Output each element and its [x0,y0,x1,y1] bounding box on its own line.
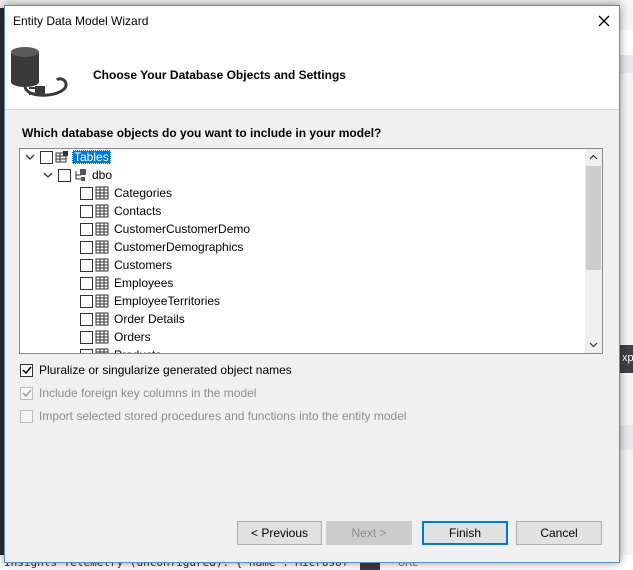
expand-dbo-toggle[interactable] [42,169,54,181]
checkmark-icon [21,366,32,375]
table-checkbox[interactable] [80,294,93,308]
checkmark-icon [21,389,32,398]
table-row[interactable]: CustomerDemographics [80,238,245,256]
table-icon [95,348,109,353]
table-checkbox[interactable] [80,186,93,200]
pluralize-checkbox[interactable] [20,363,33,377]
chevron-down-icon [25,154,35,160]
table-row[interactable]: Orders [80,328,153,346]
dbo-checkbox[interactable] [58,168,71,182]
table-checkbox[interactable] [80,348,93,353]
expand-tables-toggle[interactable] [24,151,36,163]
foreign-keys-checkbox [20,386,33,400]
table-name-label: Customers [114,258,173,272]
import-procedures-label: Import selected stored procedures and fu… [39,409,407,423]
table-name-label: CustomerDemographics [114,240,244,254]
pluralize-option[interactable]: Pluralize or singularize generated objec… [20,362,292,378]
close-icon [598,15,610,27]
close-button[interactable] [589,6,619,36]
table-icon [95,186,109,200]
table-name-label: Order Details [114,312,185,326]
cancel-button[interactable]: Cancel [516,521,602,545]
tables-label: Tables [72,150,111,164]
table-name-label: Contacts [114,204,162,218]
background-side-text: xp [622,352,633,364]
previous-button[interactable]: < Previous [237,521,322,545]
table-checkbox[interactable] [80,312,93,326]
tree-node-tables[interactable]: Tables [24,149,111,166]
table-row[interactable]: Order Details [80,310,187,328]
foreign-keys-option: Include foreign key columns in the model [20,385,256,401]
finish-button[interactable]: Finish [422,521,508,545]
table-name-label: Products [112,348,163,353]
window-title: Entity Data Model Wizard [13,14,149,28]
import-procedures-option: Import selected stored procedures and fu… [20,408,407,424]
next-button: Next > [326,521,412,545]
table-row[interactable]: Employees [80,274,175,292]
chevron-down-icon [43,172,53,178]
table-icon [95,330,109,344]
table-checkbox[interactable] [80,276,93,290]
table-icon [95,258,109,272]
table-row[interactable]: Categories [80,184,174,202]
table-icon [95,222,109,236]
table-row[interactable]: CustomerCustomerDemo [80,220,252,238]
table-row[interactable]: Products [80,346,163,353]
header-title: Choose Your Database Objects and Setting… [93,68,346,82]
entity-data-model-wizard-dialog: Entity Data Model Wizard Choose Your Dat… [4,5,620,563]
pluralize-label: Pluralize or singularize generated objec… [39,363,292,377]
table-name-label: CustomerCustomerDemo [114,222,251,236]
database-plug-icon [11,47,68,97]
objects-question-label: Which database objects do you want to in… [22,126,382,140]
schema-icon [75,169,86,181]
import-procedures-checkbox [20,409,33,423]
table-row[interactable]: EmployeeTerritories [80,292,222,310]
title-bar: Entity Data Model Wizard [5,6,619,36]
table-icon [95,204,109,218]
table-name-label: Orders [114,330,151,344]
table-icon [95,294,109,308]
tables-folder-icon [55,151,68,163]
tree-scrollbar[interactable] [585,149,602,353]
table-row[interactable]: Customers [80,256,174,274]
table-checkbox[interactable] [80,258,93,272]
foreign-keys-label: Include foreign key columns in the model [39,386,257,400]
wizard-header: Choose Your Database Objects and Setting… [5,36,619,110]
scroll-down-button[interactable] [585,336,602,353]
scroll-up-button[interactable] [585,149,602,166]
table-row[interactable]: Contacts [80,202,163,220]
table-icon [95,276,109,290]
background-editor-right: xp [620,0,633,570]
table-name-label: Categories [114,186,173,200]
table-checkbox[interactable] [80,240,93,254]
table-checkbox[interactable] [80,204,93,218]
tree-node-dbo[interactable]: dbo [42,166,114,184]
chevron-up-icon [589,154,598,160]
table-name-label: EmployeeTerritories [114,294,221,308]
dbo-label: dbo [92,168,113,182]
table-icon [95,240,109,254]
table-checkbox[interactable] [80,330,93,344]
database-objects-tree[interactable]: Tables dbo Categories Contacts CustomerCus… [19,148,603,354]
table-icon [95,312,109,326]
table-name-label: Employees [114,276,174,290]
chevron-down-icon [589,342,598,348]
tables-checkbox[interactable] [40,150,53,164]
scroll-thumb[interactable] [586,166,601,270]
table-checkbox[interactable] [80,222,93,236]
